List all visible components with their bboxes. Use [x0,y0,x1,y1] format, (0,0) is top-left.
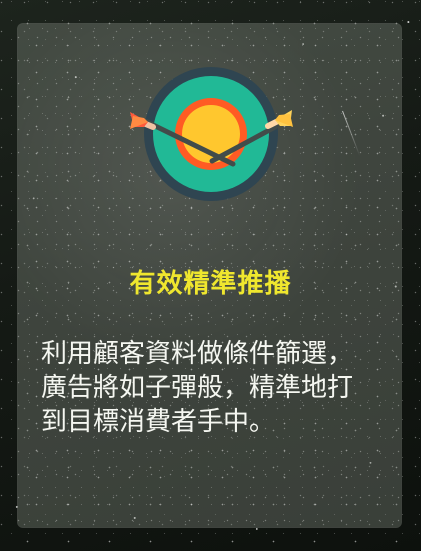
description-line-1: 利用顧客資料做條件篩選， [41,339,354,369]
target-icon [130,67,293,201]
card-title: 有效精準推播 [129,269,292,299]
description-line-2: 廣告將如子彈般，精準地打 [41,373,354,403]
target-icon-container [122,60,300,208]
card-description: 利用顧客資料做條件篩選， 廣告將如子彈般，精準地打 到目標消費者手中。 [41,337,391,439]
screen: 有效精準推播 利用顧客資料做條件篩選， 廣告將如子彈般，精準地打 到目標消費者手… [0,0,421,551]
description-line-3: 到目標消費者手中。 [41,407,276,437]
